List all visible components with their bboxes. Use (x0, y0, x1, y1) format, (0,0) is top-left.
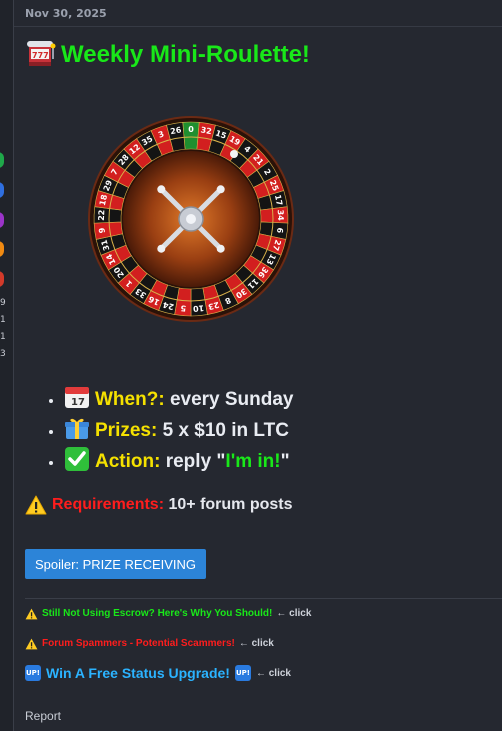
status-dot (0, 182, 4, 198)
warning-icon (25, 495, 47, 515)
info-list: 17 When?: every Sunday Prizes: 5 x $10 i… (48, 384, 294, 477)
wheel-number: 34 (276, 209, 285, 221)
svg-text:777: 777 (32, 51, 49, 60)
roulette-ball (230, 150, 238, 158)
warning-icon (25, 637, 38, 650)
slot-machine-icon: 777 (25, 40, 57, 70)
svg-text:17: 17 (71, 397, 85, 408)
gutter-number: 1 (0, 332, 6, 342)
warning-icon (25, 607, 38, 620)
up-badge-icon: UP! (25, 665, 41, 681)
gutter-number: 9 (0, 298, 6, 308)
gutter-number: 1 (0, 315, 6, 325)
wheel-number: 0 (188, 125, 194, 134)
status-dot (0, 241, 4, 257)
gutter-number: 3 (0, 349, 6, 359)
post-title: 777 Weekly Mini-Roulette! (25, 40, 310, 70)
list-item: 17 When?: every Sunday (64, 384, 294, 415)
up-badge-icon: UP! (234, 665, 251, 681)
wheel-number: 26 (170, 125, 183, 136)
requirements-line: Requirements: 10+ forum posts (25, 495, 293, 515)
list-item: Action: reply "I'm in!" (64, 446, 294, 477)
spoiler-button[interactable]: Spoiler: PRIZE RECEIVING (25, 549, 206, 579)
signature-divider (25, 598, 502, 599)
post-title-text: Weekly Mini-Roulette! (61, 41, 310, 68)
sidebar-gutter: 9 1 1 3 (0, 0, 14, 731)
status-dot (0, 212, 4, 228)
signature-link-spammers[interactable]: Forum Spammers - Potential Scammers! ← c… (25, 637, 274, 650)
wheel-number: 32 (200, 125, 213, 136)
signature-link-escrow[interactable]: Still Not Using Escrow? Here's Why You S… (25, 607, 311, 620)
check-mark-icon (64, 447, 90, 471)
wheel-number: 10 (192, 303, 204, 313)
roulette-wheel-image: 0 32 15 19 4 21 2 25 17 34 6 27 13 36 11 30 8 23 10 5 24 16 33… (86, 114, 296, 324)
report-link[interactable]: Report (25, 709, 61, 723)
status-dot (0, 152, 4, 168)
divider (14, 26, 502, 27)
list-item: Prizes: 5 x $10 in LTC (64, 415, 294, 446)
calendar-icon: 17 (64, 385, 90, 409)
status-dot (0, 271, 4, 287)
gift-icon (64, 416, 90, 440)
signature-link-status-upgrade[interactable]: UP! Win A Free Status Upgrade! UP! ← cli… (25, 665, 291, 681)
wheel-number: 22 (97, 209, 106, 221)
post-date[interactable]: Nov 30, 2025 (25, 7, 107, 20)
